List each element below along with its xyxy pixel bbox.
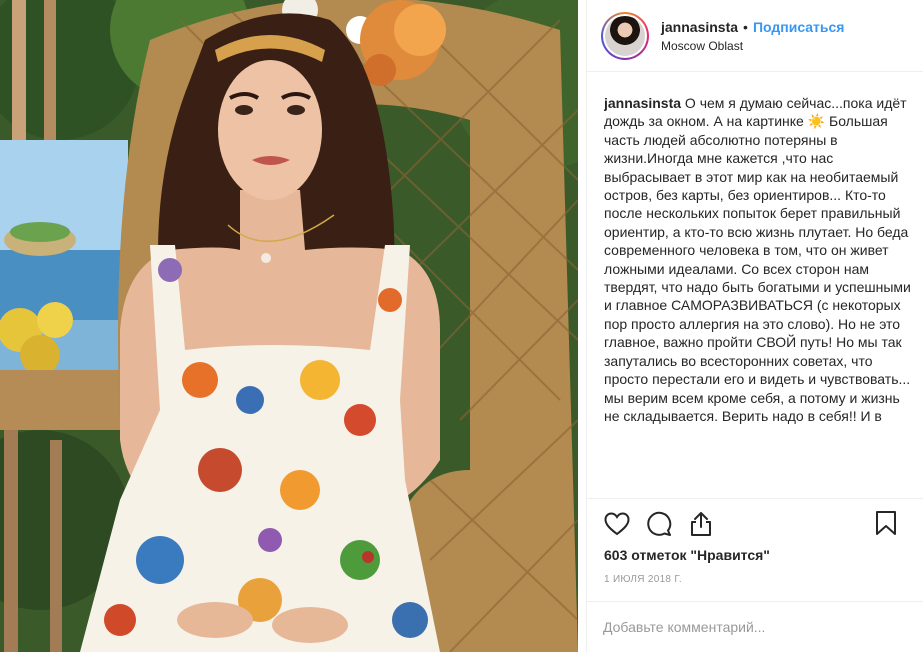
caption-username[interactable]: jannasinsta: [604, 95, 681, 111]
caption-text: О чем я думаю сейчас...пока идёт дождь з…: [604, 95, 911, 424]
caption: jannasinsta О чем я думаю сейчас...пока …: [604, 94, 916, 496]
save-button[interactable]: [872, 509, 900, 537]
post-header: jannasinsta • Подписаться Moscow Oblast: [587, 0, 923, 72]
post-photo[interactable]: [0, 0, 578, 652]
share-icon: [691, 511, 711, 536]
likes-count[interactable]: 603 отметок "Нравится": [604, 547, 770, 563]
follow-button[interactable]: Подписаться: [753, 19, 845, 35]
comment-bar: [587, 601, 923, 652]
post-date: 1 ИЮЛЯ 2018 Г.: [604, 574, 682, 585]
bookmark-icon: [876, 511, 896, 535]
avatar-image: [605, 15, 645, 56]
heart-icon: [604, 511, 630, 535]
username-link[interactable]: jannasinsta: [661, 19, 738, 35]
avatar[interactable]: [601, 11, 649, 60]
comment-input[interactable]: [603, 619, 903, 635]
like-button[interactable]: [603, 510, 631, 538]
action-bar: [587, 498, 923, 548]
post-photo-illustration: [0, 0, 578, 652]
header-text: jannasinsta • Подписаться Moscow Oblast: [661, 19, 844, 53]
share-button[interactable]: [687, 510, 715, 538]
location-link[interactable]: Moscow Oblast: [661, 39, 844, 53]
post-sidebar: jannasinsta • Подписаться Moscow Oblast …: [586, 0, 923, 652]
avatar-ring: [603, 13, 647, 58]
comment-button[interactable]: [645, 510, 673, 538]
header-row: jannasinsta • Подписаться: [661, 19, 844, 35]
comment-bubble-icon: [647, 511, 672, 536]
separator-dot: •: [743, 18, 748, 35]
